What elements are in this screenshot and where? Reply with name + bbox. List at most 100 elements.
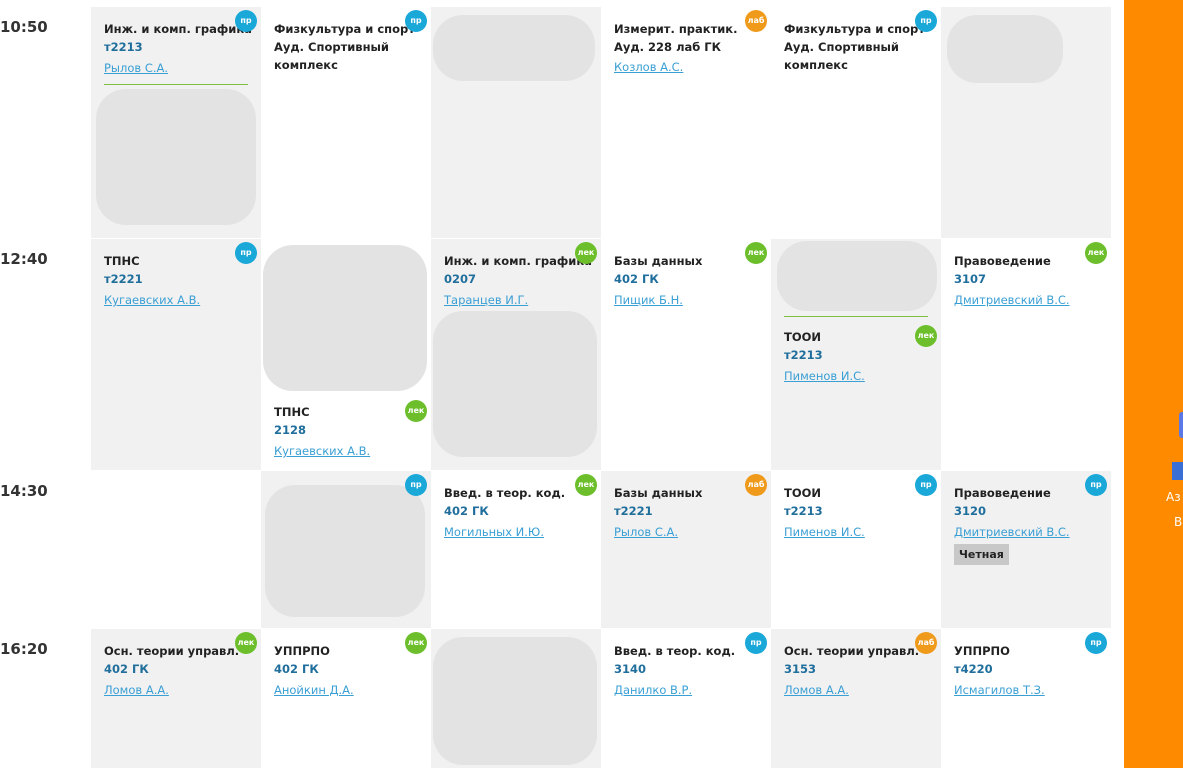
lesson-entry[interactable]: ТООИ т2213 Пименов И.С.	[784, 484, 937, 542]
teacher-link[interactable]: Дмитриевский В.С.	[954, 291, 1070, 310]
lesson-entry[interactable]: УППРПО т4220 Исмагилов Т.З.	[954, 642, 1107, 700]
teacher-link[interactable]: Козлов А.С.	[614, 58, 683, 77]
schedule-cell[interactable]: Правоведение 3120 Дмитриевский В.С. пр Ч…	[941, 471, 1111, 628]
schedule-cell[interactable]: Введ. в теор. код. 3140 Данилко В.Р. пр	[601, 629, 771, 768]
schedule-cell[interactable]: ТПНС т2221 Кугаевских А.В. пр	[91, 239, 261, 470]
room-number: 0207	[444, 272, 477, 286]
teacher-link[interactable]: Исмагилов Т.З.	[954, 681, 1045, 700]
room-number: т2213	[104, 40, 143, 54]
subject-name: Введ. в теор. код.	[614, 644, 736, 658]
teacher-link[interactable]: Рылов С.А.	[614, 523, 678, 542]
teacher-link[interactable]: Пименов И.С.	[784, 523, 865, 542]
redacted-area	[265, 485, 425, 617]
teacher-link[interactable]: Пименов И.С.	[784, 367, 865, 386]
week-parity-badge: Четная	[954, 544, 1009, 565]
lesson-entry[interactable]: Введ. в теор. код. 402 ГК Могильных И.Ю.	[444, 484, 597, 542]
lesson-entry[interactable]: Осн. теории управл. 402 ГК Ломов А.А.	[104, 642, 257, 700]
lesson-entry[interactable]: Осн. теории управл. 3153 Ломов А.А.	[784, 642, 937, 700]
schedule-cell[interactable]: Инж. и комп. графика 0207 Таранцев И.Г. …	[431, 239, 601, 470]
schedule-cell[interactable]: Осн. теории управл. 402 ГК Ломов А.А. ле…	[91, 629, 261, 768]
timeslot-label: 16:20	[0, 640, 48, 658]
subject-name: ТПНС	[104, 254, 140, 268]
timeslot-row-1: 10:50 Инж. и комп. графика т2213 Рылов С…	[0, 7, 1111, 238]
lesson-entry[interactable]: Базы данных т2221 Рылов С.А.	[614, 484, 767, 542]
room-line: комплекс	[784, 58, 848, 72]
schedule-cell[interactable]: Осн. теории управл. 3153 Ломов А.А. лаб	[771, 629, 941, 768]
room-number: т2213	[784, 348, 823, 362]
lesson-entry[interactable]: Инж. и комп. графика 0207 Таранцев И.Г.	[444, 252, 597, 310]
desktop-background	[1124, 0, 1183, 768]
room-number: 3153	[784, 662, 817, 676]
schedule-cell[interactable]: Базы данных т2221 Рылов С.А. лаб	[601, 471, 771, 628]
lesson-type-badge: лаб	[745, 474, 767, 496]
teacher-link[interactable]: Кугаевских А.В.	[274, 442, 370, 461]
subject-name: Правоведение	[954, 486, 1051, 500]
schedule-cell[interactable]: УППРПО т4220 Исмагилов Т.З. пр	[941, 629, 1111, 768]
schedule-cell[interactable]	[431, 629, 601, 768]
room-number: 2128	[274, 423, 307, 437]
schedule-cell[interactable]: Правоведение 3107 Дмитриевский В.С. лек	[941, 239, 1111, 470]
teacher-link[interactable]: Дмитриевский В.С.	[954, 523, 1070, 542]
teacher-link[interactable]: Анойкин Д.А.	[274, 681, 354, 700]
lesson-type-badge: пр	[1085, 632, 1107, 654]
schedule-cell[interactable]: Физкультура и спорт Ауд. Спортивный комп…	[771, 7, 941, 238]
timeslot-label: 14:30	[0, 482, 48, 500]
schedule-cell[interactable]: ТПНС 2128 Кугаевских А.В. лек	[261, 239, 431, 470]
schedule-cell[interactable]: ТООИ т2213 Пименов И.С. пр	[771, 471, 941, 628]
teacher-link[interactable]: Рылов С.А.	[104, 59, 168, 78]
lesson-entry[interactable]: ТПНС т2221 Кугаевских А.В.	[104, 252, 257, 310]
room-number: 3140	[614, 662, 647, 676]
room-number: 402 ГК	[614, 272, 659, 286]
subject-name: ТООИ	[784, 486, 822, 500]
lesson-type-badge: лек	[235, 632, 257, 654]
redacted-area	[433, 311, 597, 457]
teacher-link[interactable]: Ломов А.А.	[784, 681, 849, 700]
room-number: т2213	[784, 504, 823, 518]
lesson-type-badge: пр	[405, 474, 427, 496]
teacher-link[interactable]: Данилко В.Р.	[614, 681, 692, 700]
schedule-cell[interactable]: Измерит. практик. Ауд. 228 лаб ГК Козлов…	[601, 7, 771, 238]
lesson-entry[interactable]: Правоведение 3120 Дмитриевский В.С.	[954, 484, 1107, 542]
lesson-entry[interactable]: Введ. в теор. код. 3140 Данилко В.Р.	[614, 642, 767, 700]
lesson-entry[interactable]: Базы данных 402 ГК Пищик Б.Н.	[614, 252, 767, 310]
timeslot-label: 12:40	[0, 250, 48, 268]
teacher-link[interactable]: Кугаевских А.В.	[104, 291, 200, 310]
redacted-area	[947, 15, 1063, 83]
lesson-entry[interactable]: Физкультура и спорт Ауд. Спортивный комп…	[784, 20, 937, 74]
lesson-entry[interactable]: Измерит. практик. Ауд. 228 лаб ГК Козлов…	[614, 20, 767, 77]
subject-name: Осн. теории управл.	[784, 644, 920, 658]
schedule-cell[interactable]	[91, 471, 261, 628]
redacted-area	[96, 89, 256, 225]
schedule-cell[interactable]: УППРПО 402 ГК Анойкин Д.А. лек	[261, 629, 431, 768]
subject-name: Правоведение	[954, 254, 1051, 268]
schedule-cell[interactable]: ТООИ т2213 Пименов И.С. лек	[771, 239, 941, 470]
desktop-app-icon[interactable]	[1179, 412, 1183, 438]
schedule-cell[interactable]	[941, 7, 1111, 238]
room-number: т2221	[104, 272, 143, 286]
room-number: 402 ГК	[444, 504, 489, 518]
lesson-entry[interactable]: УППРПО 402 ГК Анойкин Д.А.	[274, 642, 427, 700]
schedule-cell[interactable]: Физкультура и спорт Ауд. Спортивный комп…	[261, 7, 431, 238]
lesson-entry[interactable]: Инж. и комп. графика т2213 Рылов С.А.	[104, 20, 257, 78]
teacher-link[interactable]: Таранцев И.Г.	[444, 291, 528, 310]
lesson-type-badge: пр	[235, 10, 257, 32]
timeslot-row-4: 16:20 Осн. теории управл. 402 ГК Ломов А…	[0, 629, 1111, 768]
lesson-type-badge: лек	[575, 474, 597, 496]
lesson-type-badge: лек	[1085, 242, 1107, 264]
schedule-cell[interactable]	[431, 7, 601, 238]
lesson-entry[interactable]: Правоведение 3107 Дмитриевский В.С.	[954, 252, 1107, 310]
schedule-cell[interactable]: Введ. в теор. код. 402 ГК Могильных И.Ю.…	[431, 471, 601, 628]
schedule-cell[interactable]: Инж. и комп. графика т2213 Рылов С.А. пр	[91, 7, 261, 238]
teacher-link[interactable]: Пищик Б.Н.	[614, 291, 683, 310]
room-number: 3120	[954, 504, 987, 518]
redacted-area	[433, 15, 595, 81]
shortcut-arrow-icon[interactable]	[1172, 462, 1183, 480]
subject-name: УППРПО	[954, 644, 1010, 658]
schedule-cell[interactable]: Базы данных 402 ГК Пищик Б.Н. лек	[601, 239, 771, 470]
schedule-cell[interactable]: пр	[261, 471, 431, 628]
subject-name: Осн. теории управл.	[104, 644, 240, 658]
teacher-link[interactable]: Ломов А.А.	[104, 681, 169, 700]
teacher-link[interactable]: Могильных И.Ю.	[444, 523, 544, 542]
lesson-entry[interactable]: Физкультура и спорт Ауд. Спортивный комп…	[274, 20, 427, 74]
room-number: 402 ГК	[274, 662, 319, 676]
